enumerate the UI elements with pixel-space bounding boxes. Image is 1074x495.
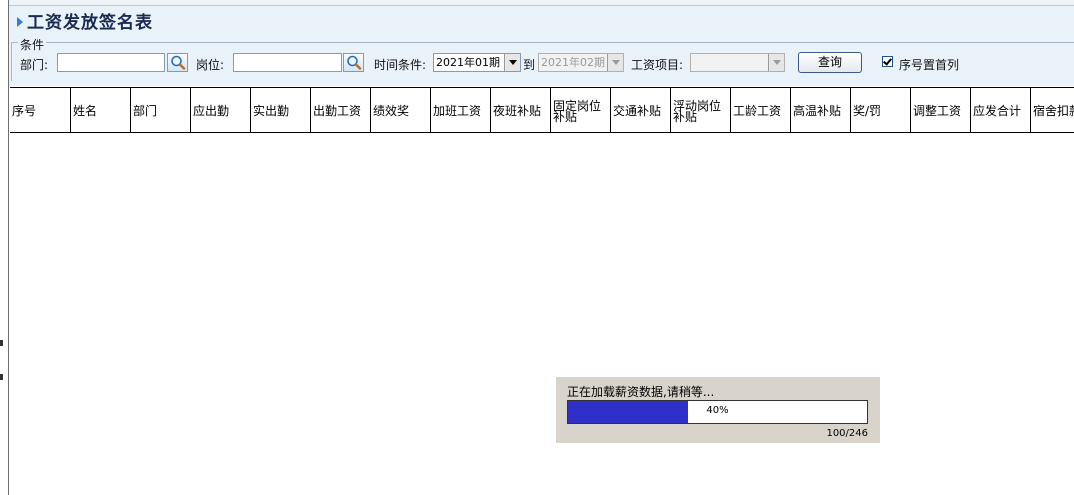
frame-marker bbox=[0, 340, 3, 346]
seq-first-checkbox[interactable] bbox=[882, 56, 893, 67]
salary-grid: 序号 姓名 部门 应出勤 实出勤 出勤工资 绩效奖 加班工资 夜班补贴 固定岗位… bbox=[10, 87, 1074, 495]
column-header[interactable]: 部门 bbox=[131, 88, 191, 132]
column-header[interactable]: 序号 bbox=[10, 88, 71, 132]
salary-sign-sheet-window: 工资发放签名表 条件 部门: 岗位: 时间条件: 2021年01期 到 2021… bbox=[0, 0, 1074, 495]
column-header[interactable]: 应发合计 bbox=[971, 88, 1031, 132]
column-header[interactable]: 实出勤 bbox=[251, 88, 311, 132]
conditions-group: 条件 部门: 岗位: 时间条件: 2021年01期 到 2021年02期 工资项… bbox=[11, 36, 1074, 81]
column-header[interactable]: 加班工资 bbox=[431, 88, 491, 132]
column-header[interactable]: 绩效奖 bbox=[371, 88, 431, 132]
column-header[interactable]: 固定岗位补贴 bbox=[551, 88, 611, 132]
magnifier-icon bbox=[171, 55, 186, 70]
column-header[interactable]: 交通补贴 bbox=[611, 88, 671, 132]
to-label: 到 bbox=[523, 58, 536, 72]
magnifier-icon bbox=[347, 55, 362, 70]
salary-item-label: 工资项目: bbox=[631, 58, 684, 72]
progress-count: 100/246 bbox=[826, 428, 868, 439]
dept-search-button[interactable] bbox=[167, 53, 188, 72]
column-header[interactable]: 应出勤 bbox=[191, 88, 251, 132]
time-from-select[interactable]: 2021年01期 bbox=[433, 53, 521, 72]
time-to-value: 2021年02期 bbox=[541, 56, 605, 69]
column-header[interactable]: 奖/罚 bbox=[851, 88, 911, 132]
progress-bar: 40% bbox=[567, 400, 868, 424]
post-input[interactable] bbox=[233, 53, 342, 72]
left-frame-edge bbox=[0, 0, 9, 495]
loading-dialog: 正在加载薪资数据,请稍等... 40% 100/246 bbox=[556, 377, 880, 443]
time-condition-label: 时间条件: bbox=[374, 58, 427, 72]
column-header[interactable]: 调整工资 bbox=[911, 88, 971, 132]
column-header[interactable]: 姓名 bbox=[71, 88, 131, 132]
frame-marker bbox=[0, 374, 3, 380]
time-to-select[interactable]: 2021年02期 bbox=[538, 53, 624, 72]
progress-percent: 40% bbox=[706, 405, 729, 416]
grid-header-row: 序号 姓名 部门 应出勤 实出勤 出勤工资 绩效奖 加班工资 夜班补贴 固定岗位… bbox=[10, 88, 1074, 133]
chevron-down-icon[interactable] bbox=[607, 54, 623, 71]
dept-label: 部门: bbox=[20, 58, 49, 72]
post-label: 岗位: bbox=[196, 58, 225, 72]
conditions-legend: 条件 bbox=[18, 36, 47, 53]
loading-message: 正在加载薪资数据,请稍等... bbox=[567, 385, 715, 399]
dept-input[interactable] bbox=[57, 53, 165, 72]
title-row: 工资发放签名表 bbox=[17, 8, 153, 33]
chevron-down-icon[interactable] bbox=[504, 54, 520, 71]
conditions-row: 部门: 岗位: 时间条件: 2021年01期 到 2021年02期 工资项目: … bbox=[12, 52, 1074, 75]
post-search-button[interactable] bbox=[343, 53, 364, 72]
title-arrow-icon bbox=[17, 17, 23, 27]
column-header[interactable]: 高温补贴 bbox=[791, 88, 851, 132]
column-header[interactable]: 夜班补贴 bbox=[491, 88, 551, 132]
column-header[interactable]: 出勤工资 bbox=[311, 88, 371, 132]
chevron-down-icon[interactable] bbox=[768, 54, 784, 71]
salary-item-select[interactable] bbox=[690, 53, 785, 72]
seq-first-label[interactable]: 序号置首列 bbox=[899, 56, 959, 73]
header-panel: 工资发放签名表 条件 部门: 岗位: 时间条件: 2021年01期 到 2021… bbox=[9, 6, 1074, 86]
column-header[interactable]: 浮动岗位补贴 bbox=[671, 88, 731, 132]
column-header[interactable]: 工龄工资 bbox=[731, 88, 791, 132]
time-from-value: 2021年01期 bbox=[436, 56, 500, 69]
page-title: 工资发放签名表 bbox=[27, 12, 153, 33]
query-button[interactable]: 查询 bbox=[798, 52, 862, 73]
column-header[interactable]: 宿舍扣款 bbox=[1031, 88, 1074, 132]
